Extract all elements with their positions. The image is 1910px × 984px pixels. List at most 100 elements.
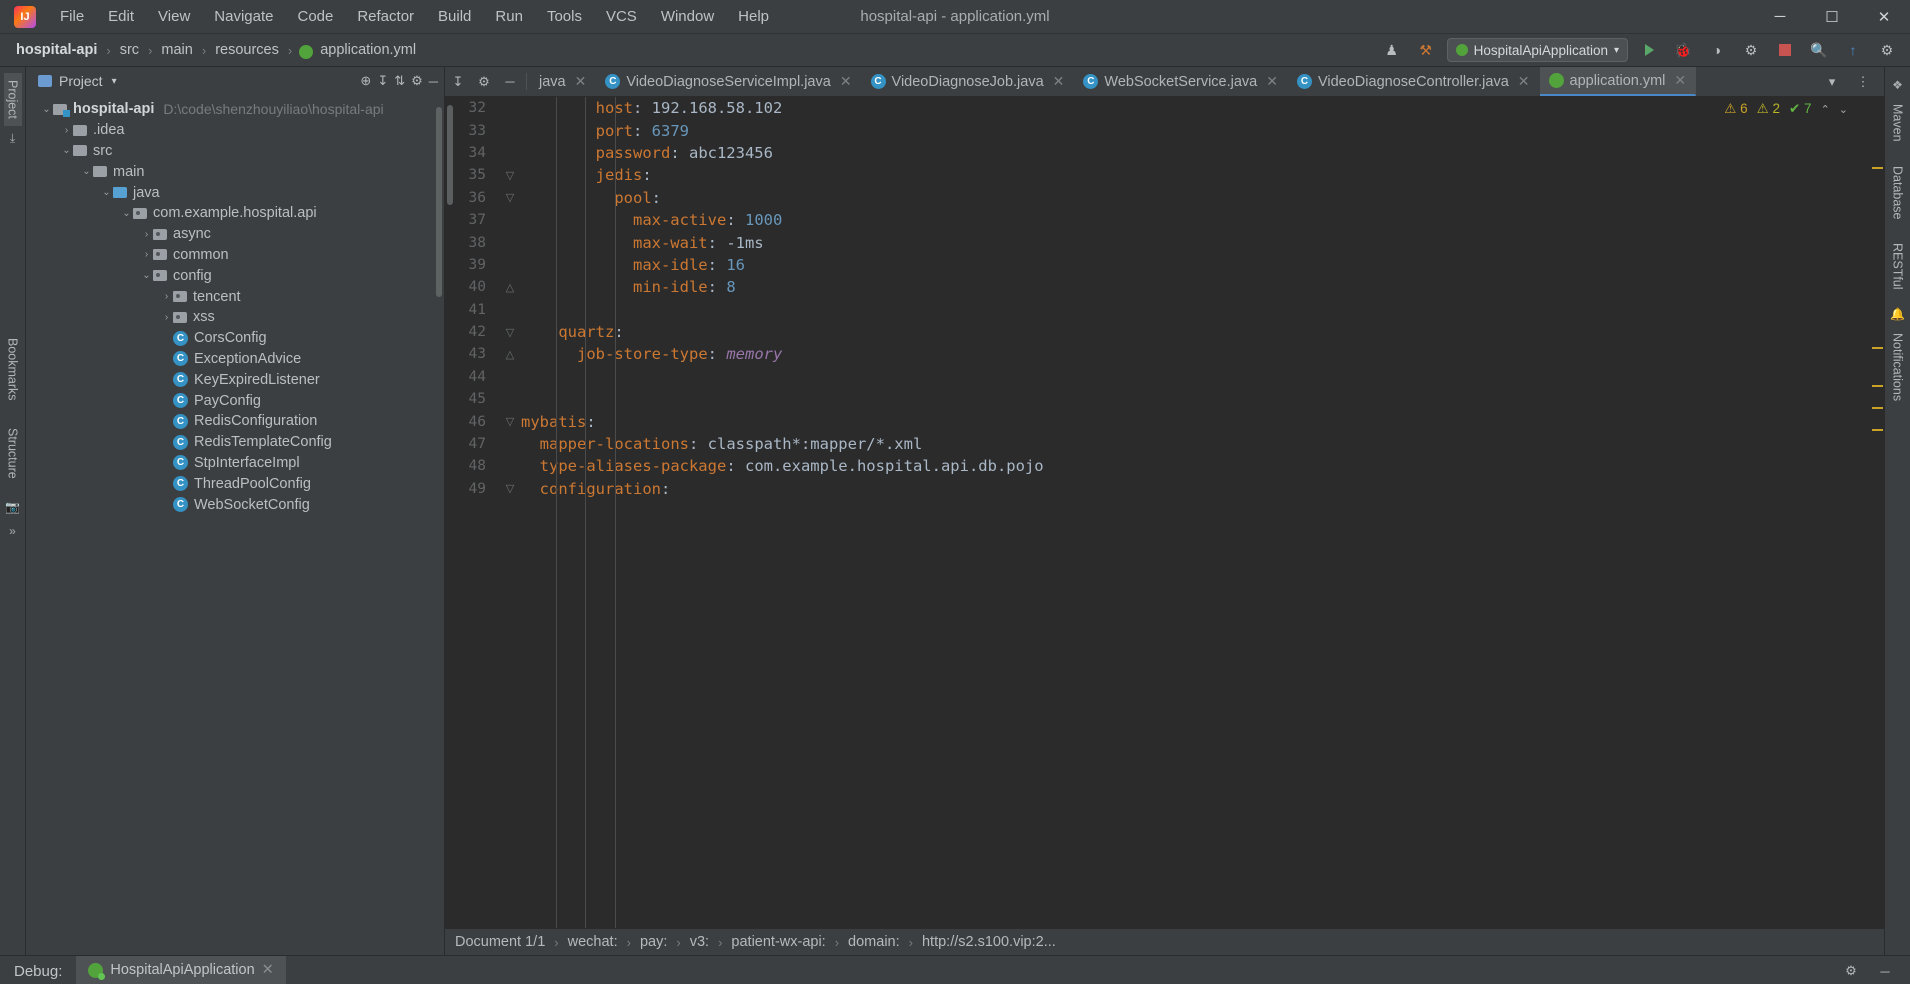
sidebar-item-project[interactable]: Project <box>3 73 22 126</box>
menu-window[interactable]: Window <box>649 4 726 29</box>
chevron-down-icon[interactable]: ⌄ <box>120 208 133 219</box>
sidebar-item-notifications[interactable]: Notifications <box>1889 326 1907 408</box>
menu-view[interactable]: View <box>146 4 202 29</box>
close-icon[interactable]: ✕ <box>1266 73 1278 90</box>
tree-node[interactable]: ⌄ com.example.hospital.api <box>26 203 444 224</box>
sidebar-item-structure[interactable]: Structure <box>4 421 22 486</box>
sidebar-item-restful[interactable]: RESTful <box>1889 236 1907 297</box>
breadcrumb-item-resources[interactable]: resources <box>213 42 281 58</box>
menu-vcs[interactable]: VCS <box>594 4 649 29</box>
tree-node[interactable]: C ExceptionAdvice <box>26 349 444 370</box>
run-button[interactable] <box>1636 38 1662 62</box>
close-icon[interactable]: ✕ <box>1674 72 1686 89</box>
breadcrumb-item-hospital-api[interactable]: hospital-api <box>14 42 99 58</box>
menu-code[interactable]: Code <box>285 4 345 29</box>
editor-right-gutter[interactable] <box>1870 97 1884 928</box>
close-icon[interactable]: ✕ <box>262 962 274 978</box>
editor-breadcrumb-item[interactable]: http://s2.s100.vip:2... <box>922 934 1056 950</box>
tabs-list-chevron-icon[interactable]: ▾ <box>1819 74 1845 90</box>
menu-navigate[interactable]: Navigate <box>202 4 285 29</box>
tree-node[interactable]: ⌄ java <box>26 182 444 203</box>
more-run-options-icon[interactable]: ⚙ <box>1738 38 1764 62</box>
tree-node[interactable]: C KeyExpiredListener <box>26 369 444 390</box>
close-icon[interactable]: ✕ <box>1518 73 1530 90</box>
tree-node[interactable]: C PayConfig <box>26 390 444 411</box>
editor-settings-icon[interactable]: ⚙ <box>471 67 497 96</box>
next-problem-icon[interactable]: ⌄ <box>1839 103 1848 116</box>
fold-marker-icon[interactable]: ▽ <box>499 169 521 182</box>
hide-tabs-icon[interactable]: ↧ <box>445 67 471 96</box>
stop-button[interactable] <box>1772 38 1798 62</box>
tree-node[interactable]: C WebSocketConfig <box>26 494 444 515</box>
menu-run[interactable]: Run <box>483 4 535 29</box>
settings-icon[interactable]: ⚙ <box>1874 38 1900 62</box>
fold-marker-icon[interactable]: ▽ <box>499 326 521 339</box>
prev-problem-icon[interactable]: ⌃ <box>1821 103 1830 116</box>
tree-node[interactable]: C RedisTemplateConfig <box>26 432 444 453</box>
tree-node[interactable]: › common <box>26 245 444 266</box>
sidebar-item-database[interactable]: Database <box>1889 159 1907 227</box>
updates-icon[interactable]: ↑ <box>1840 38 1866 62</box>
tab-java[interactable]: java ✕ <box>530 67 596 96</box>
chevron-down-icon[interactable]: ⌄ <box>40 104 53 115</box>
chevron-right-icon[interactable]: › <box>60 125 73 136</box>
bell-icon[interactable]: 🔔 <box>1890 307 1905 321</box>
project-view-chevron-icon[interactable]: ▾ <box>112 76 117 87</box>
menu-tools[interactable]: Tools <box>535 4 594 29</box>
run-with-coverage-icon[interactable]: ◑ <box>1704 38 1730 62</box>
close-icon[interactable]: ✕ <box>1053 73 1065 90</box>
more-tools-icon[interactable]: » <box>9 524 16 538</box>
chevron-right-icon[interactable]: › <box>140 229 153 240</box>
fold-marker-icon[interactable]: ▽ <box>499 191 521 204</box>
debug-session-tab[interactable]: HospitalApiApplication ✕ <box>76 956 286 984</box>
tree-node[interactable]: ⌄ hospital-api D:\code\shenzhouyiliao\hosp… <box>26 99 444 120</box>
tree-node[interactable]: C CorsConfig <box>26 328 444 349</box>
editor-breadcrumb-item[interactable]: Document 1/1 <box>455 934 545 950</box>
tab-application-yml[interactable]: application.yml ✕ <box>1539 67 1697 96</box>
editor-breadcrumb-item[interactable]: v3: <box>690 934 709 950</box>
breadcrumb-item-application-yml[interactable]: application.yml <box>318 42 418 58</box>
tree-node[interactable]: C RedisConfiguration <box>26 411 444 432</box>
hammer-icon[interactable]: ⚒ <box>1413 38 1439 62</box>
menu-refactor[interactable]: Refactor <box>345 4 426 29</box>
maximize-button[interactable]: ☐ <box>1806 0 1858 34</box>
menu-edit[interactable]: Edit <box>96 4 146 29</box>
chevron-right-icon[interactable]: › <box>140 249 153 260</box>
search-icon[interactable]: 🔍 <box>1806 38 1832 62</box>
run-configuration-selector[interactable]: HospitalApiApplication ▾ <box>1446 38 1628 62</box>
editor-more-icon[interactable]: ⋮ <box>1850 74 1876 90</box>
camera-icon[interactable]: 📷 <box>5 500 20 514</box>
fold-marker-icon[interactable]: △ <box>499 348 521 361</box>
editor-breadcrumb-item[interactable]: pay: <box>640 934 667 950</box>
menu-help[interactable]: Help <box>726 4 781 29</box>
gear-icon[interactable]: ⚙ <box>1840 961 1862 981</box>
chevron-down-icon[interactable]: ⌄ <box>80 166 93 177</box>
tab-videodiagnoseserviceimpl-java[interactable]: C VideoDiagnoseServiceImpl.java ✕ <box>596 67 861 96</box>
project-tool-icon-4[interactable]: ─ <box>429 74 438 89</box>
fold-marker-icon[interactable]: ▽ <box>499 415 521 428</box>
tree-node[interactable]: ⌄ main <box>26 161 444 182</box>
project-tool-icon-3[interactable]: ⚙ <box>411 73 423 89</box>
debug-icon[interactable]: 🐞 <box>1670 38 1696 62</box>
sidebar-item-maven[interactable]: Maven <box>1889 97 1907 149</box>
chevron-down-icon[interactable]: ⌄ <box>60 145 73 156</box>
fold-marker-icon[interactable]: ▽ <box>499 482 521 495</box>
tree-node[interactable]: › .idea <box>26 120 444 141</box>
tab-videodiagnosecontroller-java[interactable]: C VideoDiagnoseController.java ✕ <box>1288 67 1540 96</box>
inspection-widget[interactable]: ⚠ 6 ⚠ 2 ✔ 7 ⌃ ⌄ <box>1724 101 1848 117</box>
commit-icon[interactable]: ⤓ <box>10 131 15 146</box>
breadcrumb-item-src[interactable]: src <box>118 42 141 58</box>
tree-node[interactable]: › xss <box>26 307 444 328</box>
code-editor[interactable]: 32 host: 192.168.58.10233 port: 637934 p… <box>455 97 1870 928</box>
chevron-right-icon[interactable]: › <box>160 312 173 323</box>
menu-build[interactable]: Build <box>426 4 483 29</box>
close-icon[interactable]: ✕ <box>575 73 587 90</box>
tree-node[interactable]: › tencent <box>26 286 444 307</box>
chevron-right-icon[interactable]: › <box>160 291 173 302</box>
tab-websocketservice-java[interactable]: C WebSocketService.java ✕ <box>1074 67 1288 96</box>
close-button[interactable]: ✕ <box>1858 0 1910 34</box>
tree-node[interactable]: ⌄ src <box>26 141 444 162</box>
close-icon[interactable]: ✕ <box>840 73 852 90</box>
editor-left-scrollbar[interactable] <box>445 97 455 928</box>
minimize-button[interactable]: ─ <box>1754 0 1806 34</box>
